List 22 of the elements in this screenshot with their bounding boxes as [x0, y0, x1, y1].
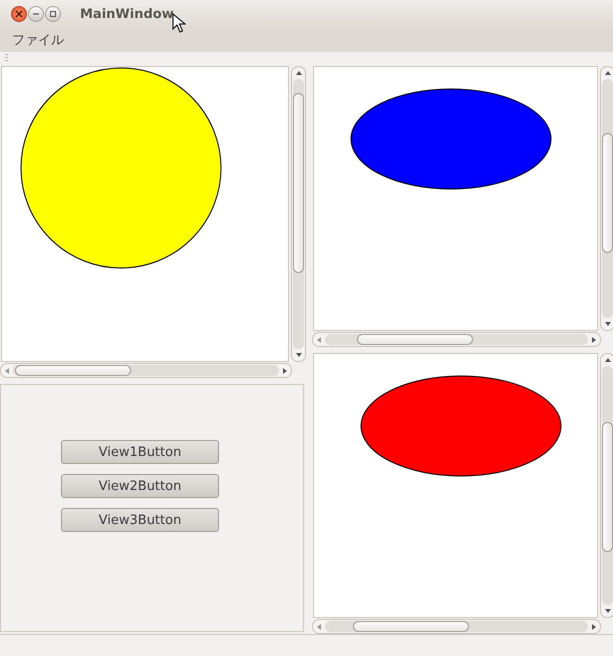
view-button[interactable]: View2Button: [61, 474, 219, 498]
up-arrow-icon[interactable]: [604, 358, 610, 362]
menu-item[interactable]: ファイル: [12, 31, 64, 49]
down-arrow-icon[interactable]: [296, 353, 302, 357]
vertical-scrollbar[interactable]: [600, 66, 613, 331]
down-arrow-icon[interactable]: [604, 322, 610, 326]
vertical-scrollbar[interactable]: [291, 66, 306, 362]
grip-icon[interactable]: [5, 54, 8, 60]
up-arrow-icon[interactable]: [296, 71, 302, 75]
maximize-icon[interactable]: [45, 6, 61, 22]
view-button[interactable]: View1Button: [61, 440, 219, 464]
down-arrow-icon[interactable]: [604, 609, 610, 613]
window-title: MainWindow: [80, 6, 174, 22]
close-icon[interactable]: [11, 6, 27, 22]
vertical-scrollbar[interactable]: [600, 353, 613, 618]
horizontal-scrollbar[interactable]: [312, 619, 601, 634]
minimize-icon[interactable]: [28, 6, 44, 22]
cursor-icon: [172, 13, 186, 33]
horizontal-scrollbar[interactable]: [0, 363, 292, 378]
up-arrow-icon[interactable]: [604, 71, 610, 75]
view-button[interactable]: View3Button: [61, 508, 219, 532]
horizontal-scrollbar[interactable]: [312, 332, 601, 347]
